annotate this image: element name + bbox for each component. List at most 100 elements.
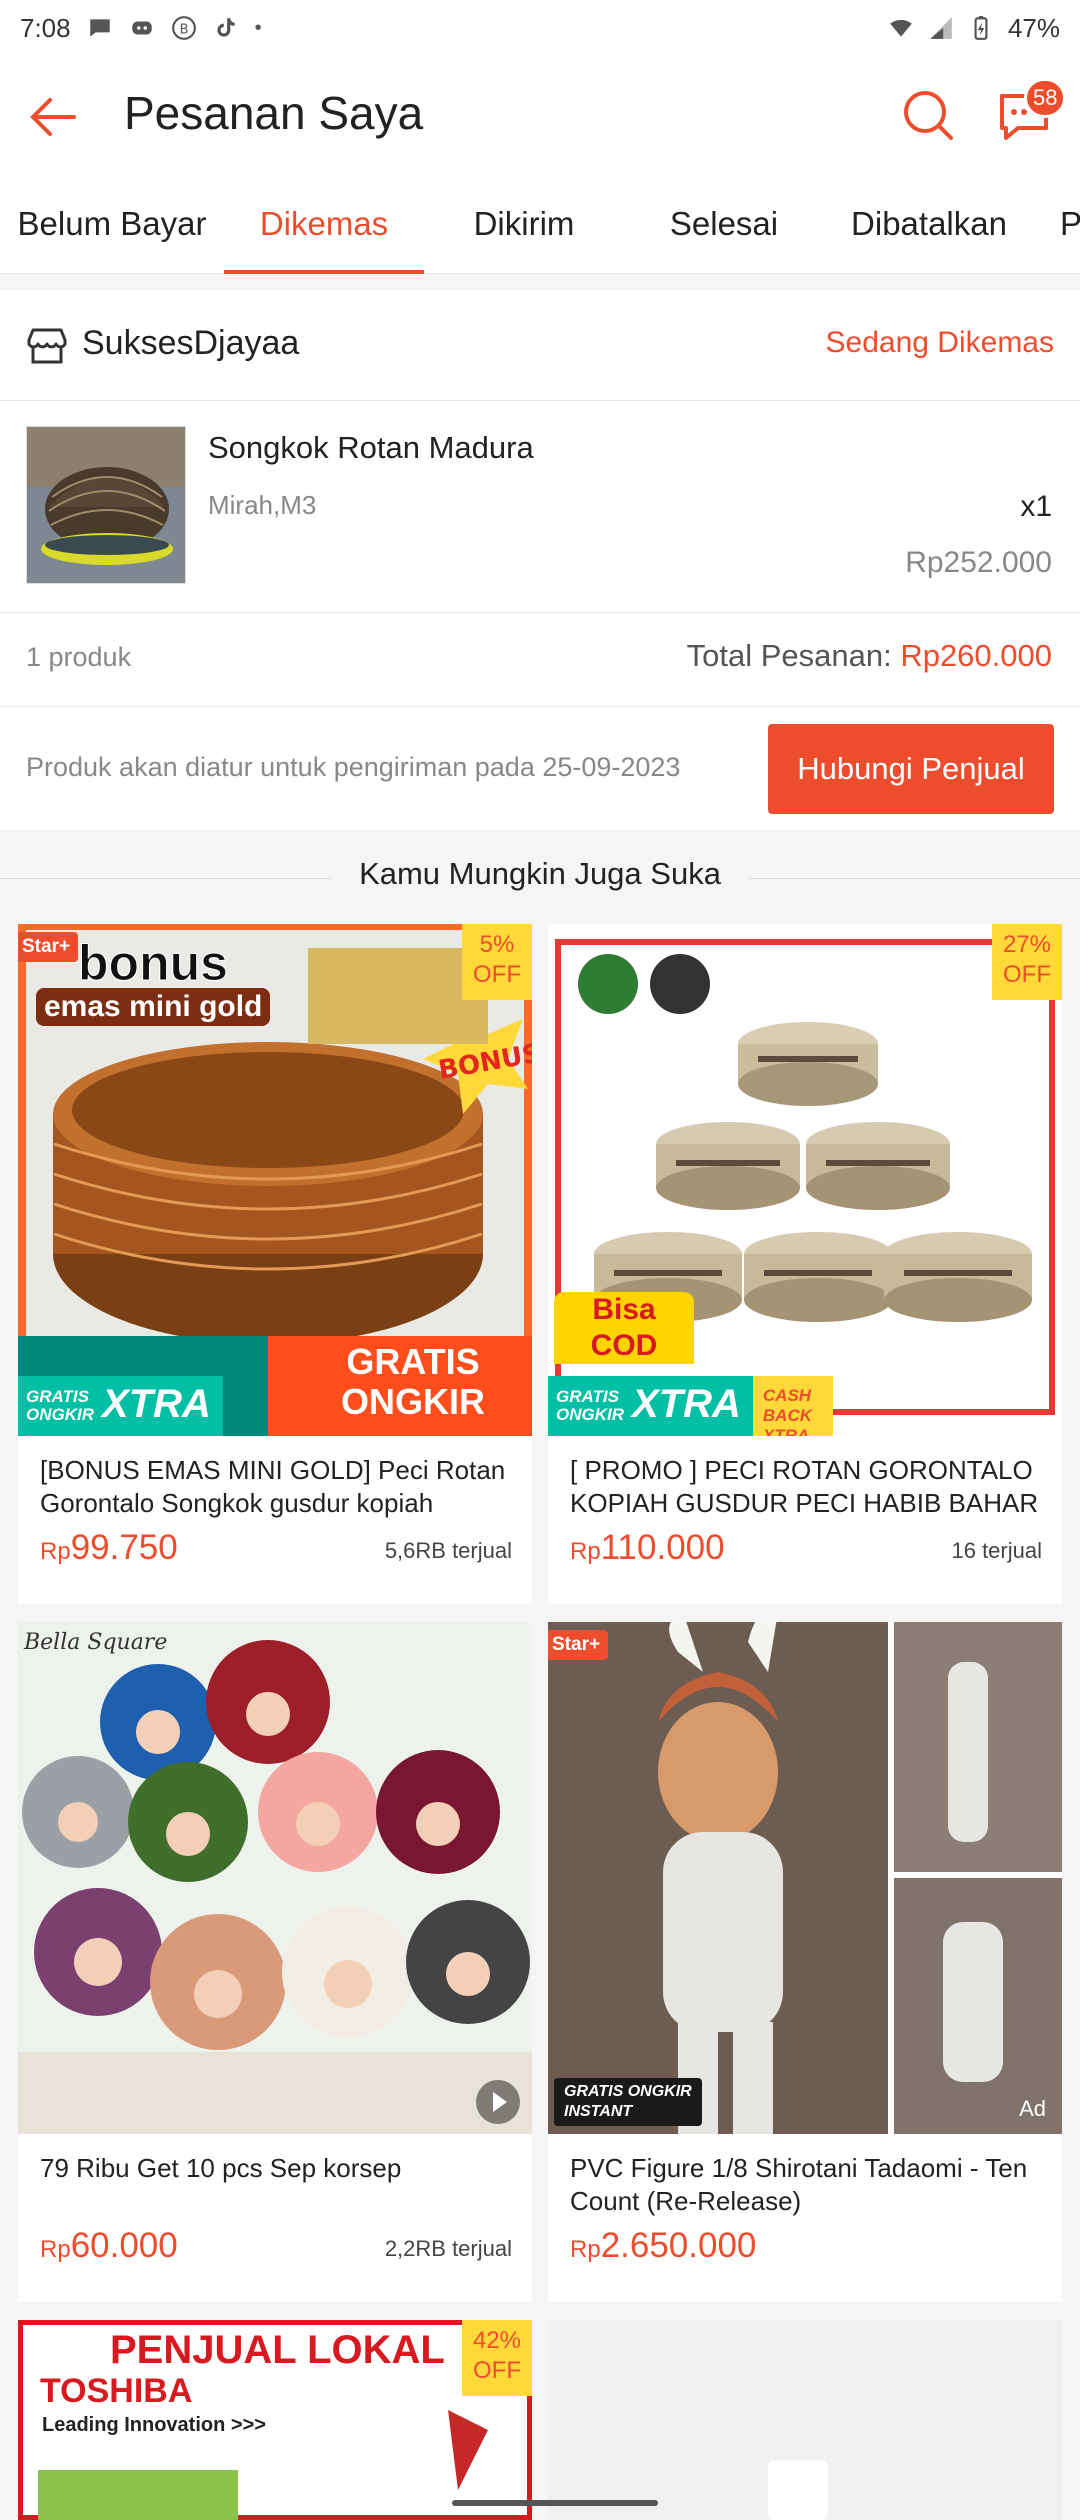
xtra-label: XTRA bbox=[102, 1376, 223, 1436]
shipping-note: Produk akan diatur untuk pengiriman pada… bbox=[26, 752, 681, 782]
order-total-value: Rp260.000 bbox=[900, 638, 1052, 673]
order-status: Sedang Dikemas bbox=[825, 326, 1054, 359]
free-shipping-label: GRATIS ONGKIR bbox=[548, 1376, 632, 1436]
product-card-price: Rp99.750 bbox=[40, 1528, 178, 1568]
signal-icon bbox=[930, 17, 952, 39]
product-image[interactable] bbox=[548, 2320, 1062, 2520]
message-icon bbox=[89, 19, 110, 37]
product-quantity: x1 bbox=[1020, 490, 1052, 523]
product-image[interactable]: Bella Square bbox=[18, 1622, 532, 2134]
wifi-icon bbox=[890, 19, 912, 37]
status-bar: 7:08 B • 47% bbox=[0, 0, 1080, 56]
price-value: 110.000 bbox=[600, 1528, 725, 1567]
product-card-sold: 2,2RB terjual bbox=[384, 2236, 512, 2261]
tab-dikemas[interactable]: Dikemas bbox=[224, 174, 424, 274]
brand-tagline: Leading Innovation >>> bbox=[42, 2414, 266, 2436]
chat-count-badge: 58 bbox=[1024, 78, 1067, 118]
product-card[interactable] bbox=[548, 2320, 1062, 2520]
recommendations-title: Kamu Mungkin Juga Suka bbox=[331, 856, 749, 892]
star-plus-badge: Star+ bbox=[18, 932, 79, 962]
tab-selesai[interactable]: Selesai bbox=[624, 174, 824, 274]
product-card-name[interactable]: PVC Figure 1/8 Shirotani Tadaomi - Ten C… bbox=[570, 2152, 1040, 2218]
product-card[interactable]: Bisa COD 27% OFF GRATIS ONGKIR XTRA CASH… bbox=[548, 924, 1062, 1604]
product-card[interactable]: BONUS bonus emas mini gold GRATIS ONGKIR… bbox=[18, 924, 532, 1604]
product-price: Rp252.000 bbox=[905, 546, 1052, 579]
shop-row[interactable]: SuksesDjayaa Sedang Dikemas bbox=[0, 290, 1080, 400]
order-total-label: Total Pesanan: bbox=[686, 638, 901, 673]
product-card-sold: 16 terjual bbox=[951, 1538, 1042, 1563]
order-total: Total Pesanan: Rp260.000 bbox=[687, 638, 1052, 674]
shop-icon bbox=[27, 328, 67, 364]
svg-text:B: B bbox=[179, 22, 188, 37]
product-image[interactable]: Star+ GRATIS ONGKIR INSTANT Ad bbox=[548, 1622, 1062, 2134]
product-image[interactable]: PENJUAL LOKAL TOSHIBA Leading Innovation… bbox=[18, 2320, 532, 2520]
product-card[interactable]: Star+ GRATIS ONGKIR INSTANT Ad PVC Figur… bbox=[548, 1622, 1062, 2302]
product-thumbnail[interactable] bbox=[26, 426, 186, 584]
ad-label: Ad bbox=[1019, 2096, 1046, 2121]
order-status-tabs: Belum Bayar Dikemas Dikirim Selesai Diba… bbox=[0, 174, 1080, 274]
brand-name: TOSHIBA bbox=[40, 2372, 193, 2410]
cod-badge: Bisa COD bbox=[554, 1292, 694, 1364]
battery-icon bbox=[974, 16, 988, 40]
product-card-price: Rp2.650.000 bbox=[570, 2226, 756, 2266]
product-card-name[interactable]: 79 Ribu Get 10 pcs Sep korsep bbox=[40, 2152, 510, 2218]
shop-name[interactable]: SuksesDjayaa bbox=[82, 324, 299, 363]
local-seller-banner: PENJUAL LOKAL bbox=[110, 2328, 445, 2372]
app-bar: Pesanan Saya 58 bbox=[0, 56, 1080, 174]
currency-label: Rp bbox=[40, 1538, 71, 1565]
tab-dibatalkan[interactable]: Dibatalkan bbox=[824, 174, 1034, 274]
currency-label: Rp bbox=[570, 2236, 601, 2263]
more-notifications-dot: • bbox=[254, 16, 262, 39]
cashback-xtra-label: CASH BACK XTRA bbox=[752, 1376, 833, 1436]
price-value: 60.000 bbox=[70, 2226, 178, 2265]
product-variation: Mirah,M3 bbox=[208, 490, 317, 520]
star-plus-badge: Star+ bbox=[548, 1630, 609, 1660]
brand-watermark: Bella Square bbox=[24, 1630, 168, 1655]
product-image[interactable]: Bisa COD 27% OFF GRATIS ONGKIR XTRA CASH… bbox=[548, 924, 1062, 1436]
tab-overflow[interactable]: P bbox=[1060, 174, 1080, 274]
status-time: 7:08 bbox=[20, 12, 71, 43]
product-card[interactable]: PENJUAL LOKAL TOSHIBA Leading Innovation… bbox=[18, 2320, 532, 2520]
search-icon[interactable] bbox=[900, 87, 956, 143]
currency-label: Rp bbox=[40, 2236, 71, 2263]
price-value: 2.650.000 bbox=[600, 2226, 757, 2265]
divider bbox=[0, 400, 1080, 401]
contact-seller-button[interactable]: Hubungi Penjual bbox=[768, 724, 1054, 814]
tab-dikirim[interactable]: Dikirim bbox=[424, 174, 624, 274]
product-card[interactable]: Bella Square 79 Ribu Get 10 pcs Sep kors… bbox=[18, 1622, 532, 2302]
xtra-label: XTRA bbox=[632, 1376, 753, 1436]
product-card-sold: 5,6RB terjual bbox=[384, 1538, 512, 1563]
product-image[interactable]: BONUS bonus emas mini gold GRATIS ONGKIR… bbox=[18, 924, 532, 1436]
price-value: 99.750 bbox=[70, 1528, 178, 1567]
b-app-icon: B bbox=[171, 16, 196, 40]
tab-belum-bayar[interactable]: Belum Bayar bbox=[0, 174, 224, 274]
page-title: Pesanan Saya bbox=[124, 87, 424, 139]
banner-gratis-ongkir: GRATIS ONGKIR bbox=[341, 1341, 485, 1422]
free-shipping-xtra-badge: GRATIS ONGKIR XTRA bbox=[18, 1376, 223, 1436]
product-card-name[interactable]: [BONUS EMAS MINI GOLD] Peci Rotan Goront… bbox=[40, 1454, 510, 1520]
divider bbox=[0, 706, 1080, 707]
free-shipping-xtra-badge: GRATIS ONGKIR XTRA CASH BACK XTRA bbox=[548, 1376, 833, 1436]
order-card[interactable]: SuksesDjayaa Sedang Dikemas Songkok Rota… bbox=[0, 290, 1080, 830]
instant-shipping-badge: GRATIS ONGKIR INSTANT bbox=[554, 2078, 702, 2126]
back-arrow-icon[interactable] bbox=[28, 92, 78, 142]
recommendations-heading: Kamu Mungkin Juga Suka bbox=[0, 856, 1080, 900]
free-shipping-label: GRATIS ONGKIR bbox=[18, 1376, 102, 1436]
product-card-price: Rp60.000 bbox=[40, 2226, 178, 2266]
tiktok-icon bbox=[216, 18, 235, 37]
discount-badge: 27% OFF bbox=[992, 924, 1062, 1000]
product-count: 1 produk bbox=[26, 642, 132, 672]
banner-bonus-text: bonus bbox=[78, 935, 229, 992]
divider bbox=[0, 612, 1080, 613]
banner-emas-text: emas mini gold bbox=[36, 988, 271, 1026]
gesture-home-bar[interactable] bbox=[452, 2500, 658, 2506]
currency-label: Rp bbox=[570, 1538, 601, 1565]
battery-level: 47% bbox=[1007, 12, 1060, 43]
discount-badge: 5% OFF bbox=[462, 924, 532, 1000]
product-name[interactable]: Songkok Rotan Madura bbox=[208, 430, 534, 466]
discord-icon bbox=[131, 21, 152, 35]
product-card-price: Rp110.000 bbox=[570, 1528, 725, 1568]
product-card-name[interactable]: [ PROMO ] PECI ROTAN GORONTALO KOPIAH GU… bbox=[570, 1454, 1040, 1520]
play-video-icon[interactable] bbox=[476, 2080, 520, 2124]
discount-badge: 42% OFF bbox=[462, 2320, 532, 2396]
